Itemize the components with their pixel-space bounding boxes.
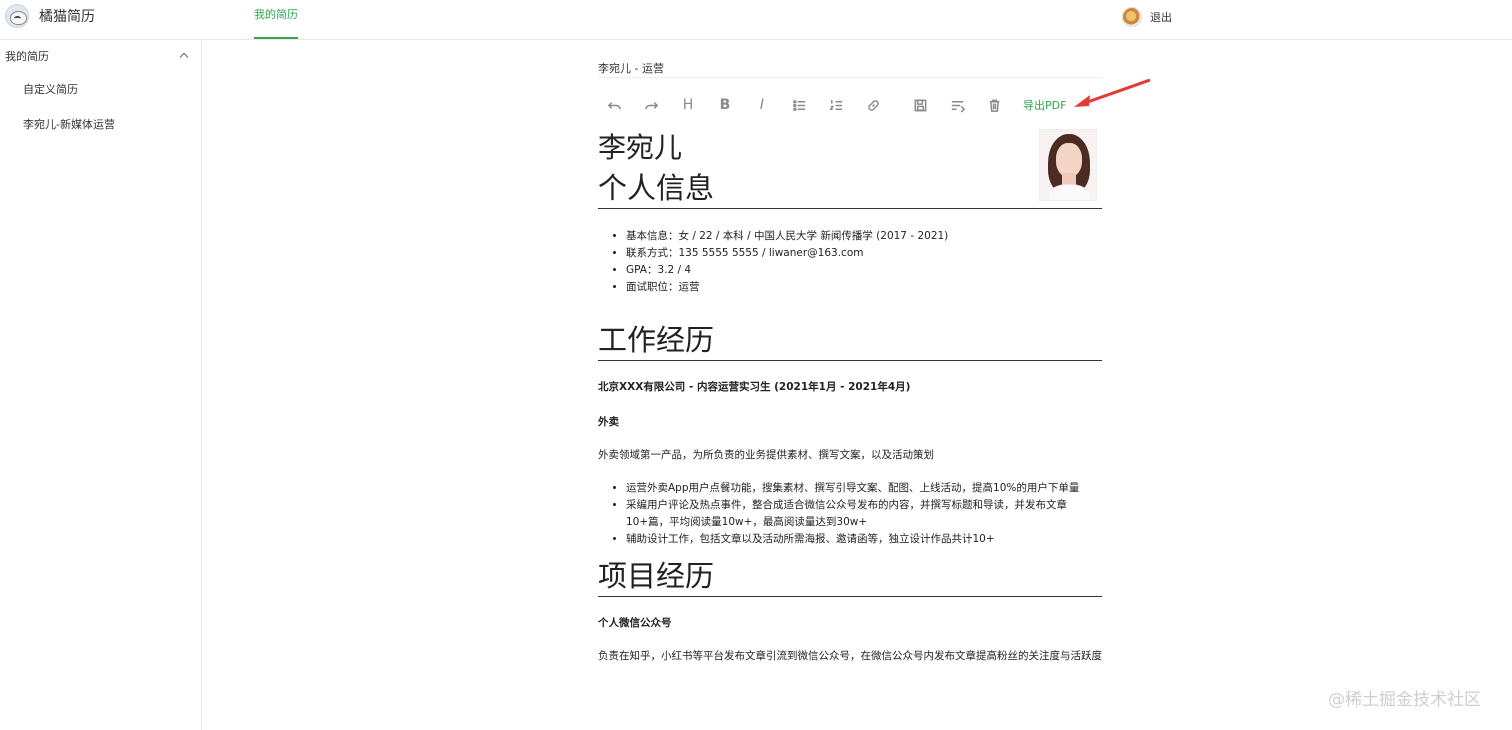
work-duties-list: 运营外卖App用户点餐功能，搜集素材、撰写引导文案、配图、上线活动，提高10%的… — [626, 480, 1106, 548]
section-project-experience: 项目经历 — [598, 556, 1102, 597]
avatar[interactable] — [1122, 7, 1142, 27]
list-item: 采编用户评论及热点事件，整合成适合微信公众号发布的内容，并撰写标题和导读，并发布… — [626, 497, 1106, 531]
project-name: 个人微信公众号 — [598, 617, 672, 629]
sidebar-item-liwaner[interactable]: 李宛儿-新媒体运营 — [0, 109, 201, 144]
resume-name: 李宛儿 — [598, 131, 683, 164]
resume-photo — [1039, 129, 1097, 201]
tab-my-resume[interactable]: 我的简历 — [254, 0, 298, 39]
list-item: 面试职位：运营 — [626, 279, 1102, 296]
app-brand[interactable]: 橘猫简历 — [5, 4, 95, 28]
format-icon[interactable] — [945, 93, 969, 117]
section-personal-info: 个人信息 — [598, 168, 1102, 209]
sidebar-item-custom-resume[interactable]: 自定义简历 — [0, 74, 201, 109]
bold-icon[interactable]: B — [713, 93, 737, 117]
heading-icon[interactable]: H — [676, 93, 700, 117]
list-item: 辅助设计工作，包括文章以及活动所需海报、邀请函等，独立设计作品共计10+ — [626, 531, 1106, 548]
italic-icon[interactable]: I — [750, 93, 774, 117]
resume-preview: 李宛儿 个人信息 基本信息：女 / 22 / 本科 / 中国人民大学 新闻传播学… — [598, 128, 1102, 665]
document-title[interactable]: 李宛儿 - 运营 — [598, 60, 1102, 78]
sidebar: 我的简历 自定义简历 李宛儿-新媒体运营 — [0, 40, 202, 730]
watermark-text: @稀土掘金技术社区 — [1328, 690, 1481, 710]
chevron-up-icon[interactable] — [179, 52, 189, 62]
logout-link[interactable]: 退出 — [1150, 9, 1172, 25]
trash-icon[interactable] — [982, 93, 1006, 117]
user-menu[interactable]: 退出 — [1122, 7, 1172, 27]
section-work-experience: 工作经历 — [598, 320, 1102, 361]
cat-logo-icon — [5, 4, 29, 28]
list-item: GPA：3.2 / 4 — [626, 262, 1102, 279]
annotation-arrow-icon — [1074, 78, 1151, 107]
bullet-list-icon[interactable] — [787, 93, 811, 117]
list-item: 基本信息：女 / 22 / 本科 / 中国人民大学 新闻传播学 (2017 - … — [626, 228, 1102, 245]
work-intro: 外卖领域第一产品，为所负责的业务提供素材、撰写文案，以及活动策划 — [598, 449, 934, 461]
undo-icon[interactable] — [602, 93, 626, 117]
top-header: 橘猫简历 我的简历 退出 — [0, 0, 1512, 40]
resume-editor: 李宛儿 - 运营 H B I 导出PDF 李宛儿 个人信息 • 基本信息：女 /… — [592, 40, 1112, 730]
ordered-list-icon[interactable] — [824, 93, 848, 117]
app-title: 橘猫简历 — [39, 9, 95, 25]
link-icon[interactable] — [861, 93, 885, 117]
list-item: 联系方式：135 5555 5555 / liwaner@163.com — [626, 245, 1102, 262]
sidebar-group-label: 我的简历 — [5, 50, 49, 63]
sidebar-group-my-resume[interactable]: 我的简历 — [0, 40, 201, 74]
export-pdf-button[interactable]: 导出PDF — [1023, 97, 1066, 113]
redo-icon[interactable] — [639, 93, 663, 117]
work-company: 北京XXX有限公司 - 内容运营实习生 (2021年1月 - 2021年4月) — [598, 381, 911, 393]
list-item: 运营外卖App用户点餐功能，搜集素材、撰写引导文案、配图、上线活动，提高10%的… — [626, 480, 1106, 497]
save-icon[interactable] — [908, 93, 932, 117]
top-navigation: 我的简历 — [254, 0, 298, 40]
personal-info-list: 基本信息：女 / 22 / 本科 / 中国人民大学 新闻传播学 (2017 - … — [626, 228, 1102, 296]
work-business: 外卖 — [598, 416, 619, 428]
project-desc: 负责在知乎，小红书等平台发布文章引流到微信公众号，在微信公众号内发布文章提高粉丝… — [598, 650, 1102, 662]
editor-toolbar: H B I 导出PDF — [592, 90, 1112, 120]
